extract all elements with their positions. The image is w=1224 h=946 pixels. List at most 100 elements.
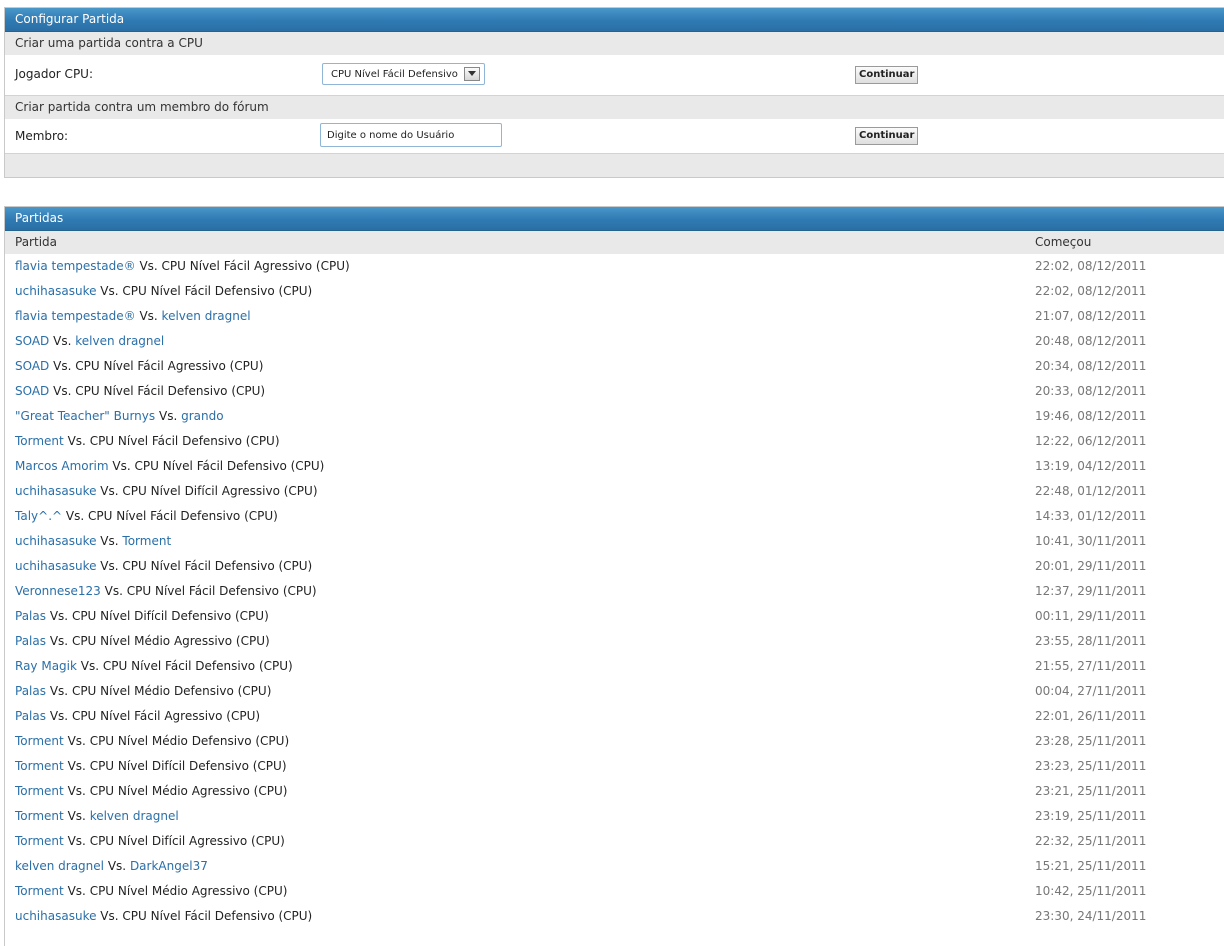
cpu-opponent: CPU Nível Fácil Agressivo (CPU) — [75, 359, 264, 373]
cpu-player-select[interactable]: CPU Nível Fácil Defensivo — [322, 63, 485, 85]
player1-link[interactable]: Palas — [15, 709, 46, 723]
table-row: flavia tempestade® Vs. kelven dragnel 21:… — [5, 304, 1224, 329]
player1-link[interactable]: Palas — [15, 684, 46, 698]
chevron-down-icon[interactable] — [464, 67, 480, 81]
vs-label: Vs. — [53, 359, 72, 373]
player1-link[interactable]: Palas — [15, 609, 46, 623]
setup-footer — [5, 153, 1224, 177]
table-row: Torment Vs. CPU Nível Médio Defensivo (C… — [5, 729, 1224, 754]
cpu-player-label: Jogador CPU: — [15, 67, 93, 81]
vs-label: Vs. — [100, 484, 119, 498]
setup-panel: Configurar Partida Criar uma partida con… — [4, 7, 1224, 178]
player1-link[interactable]: Ray Magik — [15, 659, 77, 673]
player2-link[interactable]: kelven dragnel — [162, 309, 251, 323]
match-start-date: 22:02, 08/12/2011 — [1035, 259, 1147, 273]
match-cell: uchihasasuke Vs. CPU Nível Fácil Defensi… — [15, 554, 312, 579]
member-continue-button[interactable]: Continuar — [855, 127, 919, 145]
player1-link[interactable]: uchihasasuke — [15, 559, 96, 573]
match-start-date: 23:19, 25/11/2011 — [1035, 809, 1147, 823]
vs-label: Vs. — [49, 709, 69, 723]
vs-label: Vs. — [53, 384, 72, 398]
member-name-input[interactable] — [320, 123, 502, 147]
match-start-date: 21:55, 27/11/2011 — [1035, 659, 1147, 673]
table-row: SOAD Vs. CPU Nível Fácil Agressivo (CPU)… — [5, 354, 1224, 379]
player1-link[interactable]: Torment — [15, 784, 64, 798]
match-start-date: 22:02, 08/12/2011 — [1035, 284, 1147, 298]
match-start-date: 23:23, 25/11/2011 — [1035, 759, 1147, 773]
player2-link[interactable]: grando — [181, 409, 223, 423]
vs-label: Vs. — [104, 584, 123, 598]
match-start-date: 22:32, 25/11/2011 — [1035, 834, 1147, 848]
player1-link[interactable]: SOAD — [15, 334, 49, 348]
match-start-date: 20:48, 08/12/2011 — [1035, 334, 1147, 348]
match-cell: flavia tempestade® Vs. CPU Nível Fácil A… — [15, 254, 350, 279]
table-row: uchihasasuke Vs. CPU Nível Fácil Defensi… — [5, 279, 1224, 304]
match-start-date: 19:46, 08/12/2011 — [1035, 409, 1147, 423]
cpu-continue-button[interactable]: Continuar — [855, 66, 919, 84]
player1-link[interactable]: "Great Teacher" Burnys — [15, 409, 155, 423]
match-cell: Torment Vs. kelven dragnel — [15, 804, 179, 829]
vs-label: Vs. — [139, 309, 158, 323]
player2-link[interactable]: kelven dragnel — [90, 809, 179, 823]
match-cell: Palas Vs. CPU Nível Médio Agressivo (CPU… — [15, 629, 270, 654]
cpu-opponent: CPU Nível Difícil Defensivo (CPU) — [71, 609, 269, 623]
vs-label: Vs. — [67, 734, 86, 748]
player1-link[interactable]: kelven dragnel — [15, 859, 104, 873]
match-cell: uchihasasuke Vs. Torment — [15, 529, 171, 554]
cpu-opponent: CPU Nível Fácil Defensivo (CPU) — [75, 384, 266, 398]
cpu-opponent: CPU Nível Difícil Defensivo (CPU) — [89, 759, 287, 773]
match-cell: Ray Magik Vs. CPU Nível Fácil Defensivo … — [15, 654, 293, 679]
player1-link[interactable]: Torment — [15, 884, 64, 898]
cpu-opponent: CPU Nível Fácil Defensivo (CPU) — [89, 434, 280, 448]
vs-label: Vs. — [67, 884, 86, 898]
match-cell: Torment Vs. CPU Nível Difícil Agressivo … — [15, 829, 285, 854]
vs-label: Vs. — [100, 534, 119, 548]
player1-link[interactable]: Torment — [15, 809, 64, 823]
player1-link[interactable]: Torment — [15, 734, 64, 748]
player1-link[interactable]: flavia tempestade® — [15, 309, 136, 323]
match-start-date: 23:28, 25/11/2011 — [1035, 734, 1147, 748]
table-row: uchihasasuke Vs. Torment 10:41, 30/11/201… — [5, 529, 1224, 554]
match-start-date: 20:33, 08/12/2011 — [1035, 384, 1147, 398]
player1-link[interactable]: flavia tempestade® — [15, 259, 136, 273]
table-row: Torment Vs. CPU Nível Médio Agressivo (C… — [5, 779, 1224, 804]
vs-label: Vs. — [67, 784, 86, 798]
player1-link[interactable]: Torment — [15, 759, 64, 773]
match-start-date: 00:11, 29/11/2011 — [1035, 609, 1147, 623]
player1-link[interactable]: uchihasasuke — [15, 909, 96, 923]
player1-link[interactable]: Torment — [15, 434, 64, 448]
player1-link[interactable]: Marcos Amorim — [15, 459, 109, 473]
cpu-opponent: CPU Nível Fácil Defensivo (CPU) — [122, 909, 313, 923]
vs-label: Vs. — [112, 459, 131, 473]
vs-label: Vs. — [139, 259, 158, 273]
player1-link[interactable]: uchihasasuke — [15, 284, 96, 298]
player1-link[interactable]: Taly^.^ — [15, 509, 62, 523]
player1-link[interactable]: SOAD — [15, 384, 49, 398]
player2-link[interactable]: kelven dragnel — [75, 334, 164, 348]
cpu-opponent: CPU Nível Fácil Defensivo (CPU) — [134, 459, 325, 473]
match-start-date: 23:55, 28/11/2011 — [1035, 634, 1147, 648]
setup-title: Configurar Partida — [5, 8, 1224, 32]
player2-link[interactable]: Torment — [122, 534, 171, 548]
match-cell: uchihasasuke Vs. CPU Nível Difícil Agres… — [15, 479, 318, 504]
table-row: Ray Magik Vs. CPU Nível Fácil Defensivo … — [5, 654, 1224, 679]
player2-link[interactable]: DarkAngel37 — [130, 859, 208, 873]
table-row: Torment Vs. CPU Nível Médio Agressivo (C… — [5, 879, 1224, 904]
vs-label: Vs. — [67, 809, 86, 823]
player1-link[interactable]: Veronnese123 — [15, 584, 101, 598]
player1-link[interactable]: Torment — [15, 834, 64, 848]
match-cell: Torment Vs. CPU Nível Médio Defensivo (C… — [15, 729, 289, 754]
cpu-player-selected: CPU Nível Fácil Defensivo — [331, 69, 458, 80]
vs-label: Vs. — [158, 409, 178, 423]
player1-link[interactable]: uchihasasuke — [15, 484, 96, 498]
vs-label: Vs. — [80, 659, 100, 673]
match-cell: Palas Vs. CPU Nível Fácil Agressivo (CPU… — [15, 704, 260, 729]
player1-link[interactable]: SOAD — [15, 359, 49, 373]
cpu-opponent: CPU Nível Médio Agressivo (CPU) — [89, 784, 288, 798]
table-row: uchihasasuke Vs. CPU Nível Fácil Defensi… — [5, 904, 1224, 929]
player1-link[interactable]: uchihasasuke — [15, 534, 96, 548]
player1-link[interactable]: Palas — [15, 634, 46, 648]
match-cell: Taly^.^ Vs. CPU Nível Fácil Defensivo (C… — [15, 504, 278, 529]
match-cell: uchihasasuke Vs. CPU Nível Fácil Defensi… — [15, 279, 312, 304]
vs-label: Vs. — [67, 759, 86, 773]
